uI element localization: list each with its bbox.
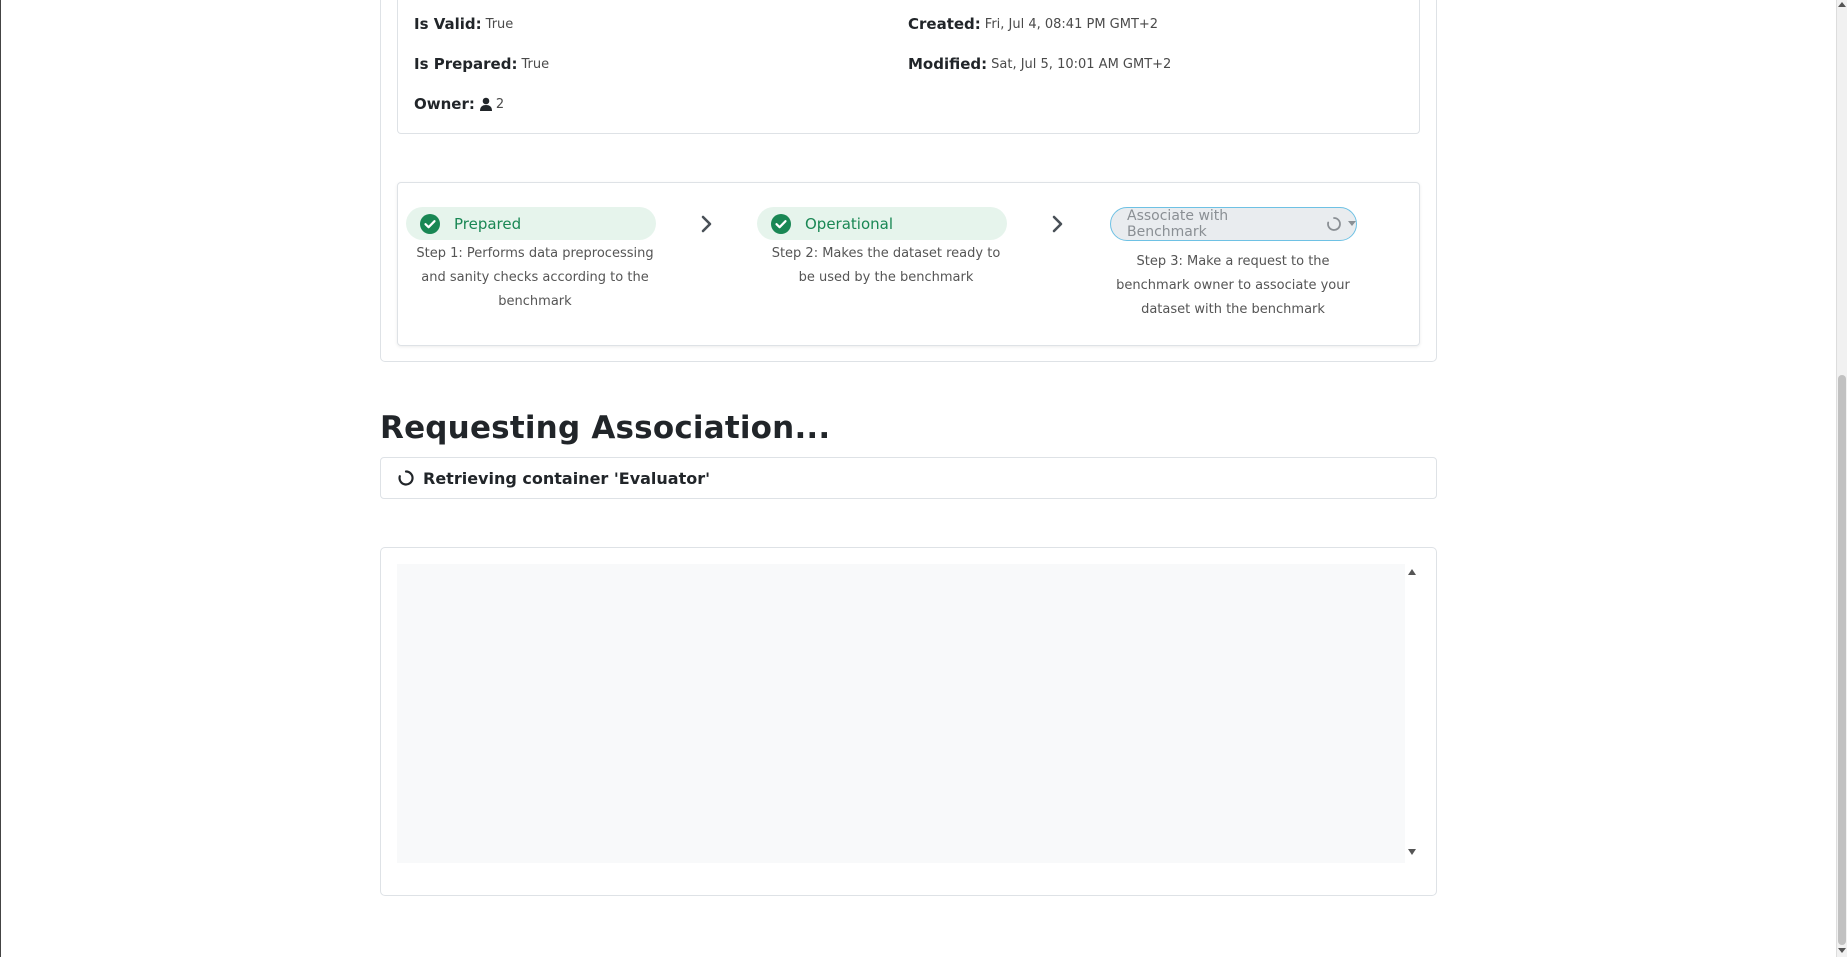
created-value: Fri, Jul 4, 08:41 PM GMT+2	[984, 16, 1159, 32]
scroll-down-arrow-icon[interactable]	[1408, 849, 1416, 855]
owner-label: Owner:	[414, 95, 475, 113]
check-circle-icon	[771, 213, 791, 234]
modified-value: Sat, Jul 5, 10:01 AM GMT+2	[991, 56, 1172, 72]
is-valid-value: True	[485, 16, 514, 32]
step-2-description: Step 2: Makes the dataset ready to be us…	[771, 246, 1001, 285]
page-scroll-up-icon[interactable]	[1838, 2, 1846, 7]
associate-button-label: Associate with Benchmark	[1127, 208, 1229, 240]
chevron-right-icon	[1052, 215, 1063, 233]
owner-value: 2	[495, 96, 505, 112]
associate-with-benchmark-button[interactable]: Associate with Benchmark	[1110, 207, 1357, 241]
spinner-icon	[398, 470, 414, 486]
check-circle-icon	[420, 213, 440, 234]
page-title: Requesting Association...	[380, 410, 831, 446]
window-edge	[0, 0, 1, 957]
is-prepared-label: Is Prepared:	[414, 55, 518, 73]
created-label: Created:	[908, 15, 981, 33]
is-prepared-row: Is Prepared: True	[414, 55, 549, 73]
user-icon	[479, 97, 492, 111]
caret-down-icon	[1348, 221, 1356, 226]
owner-row: Owner: 2	[414, 95, 504, 113]
step-prepared-label: Prepared	[454, 214, 522, 233]
scroll-up-arrow-icon[interactable]	[1408, 569, 1416, 575]
chevron-right-icon	[701, 215, 712, 233]
step-operational-badge: Operational	[757, 207, 1007, 240]
association-status-text: Retrieving container 'Evaluator'	[423, 468, 711, 488]
association-status: Retrieving container 'Evaluator'	[380, 457, 1437, 499]
is-valid-label: Is Valid:	[414, 15, 482, 33]
log-scrollbar[interactable]	[1405, 564, 1420, 863]
page-scroll-down-icon[interactable]	[1838, 948, 1846, 953]
step-3-description: Step 3: Make a request to the benchmark …	[1116, 254, 1350, 317]
is-valid-row: Is Valid: True	[414, 15, 513, 33]
is-prepared-value: True	[521, 56, 550, 72]
created-row: Created: Fri, Jul 4, 08:41 PM GMT+2	[908, 15, 1158, 33]
spinner-icon	[1327, 217, 1341, 231]
modified-row: Modified: Sat, Jul 5, 10:01 AM GMT+2	[908, 55, 1171, 73]
step-operational-label: Operational	[805, 214, 894, 233]
page-scrollbar-thumb[interactable]	[1838, 375, 1846, 945]
modified-label: Modified:	[908, 55, 988, 73]
step-prepared-badge: Prepared	[406, 207, 656, 240]
step-1-description: Step 1: Performs data preprocessing and …	[416, 246, 654, 309]
log-output[interactable]	[397, 564, 1405, 863]
